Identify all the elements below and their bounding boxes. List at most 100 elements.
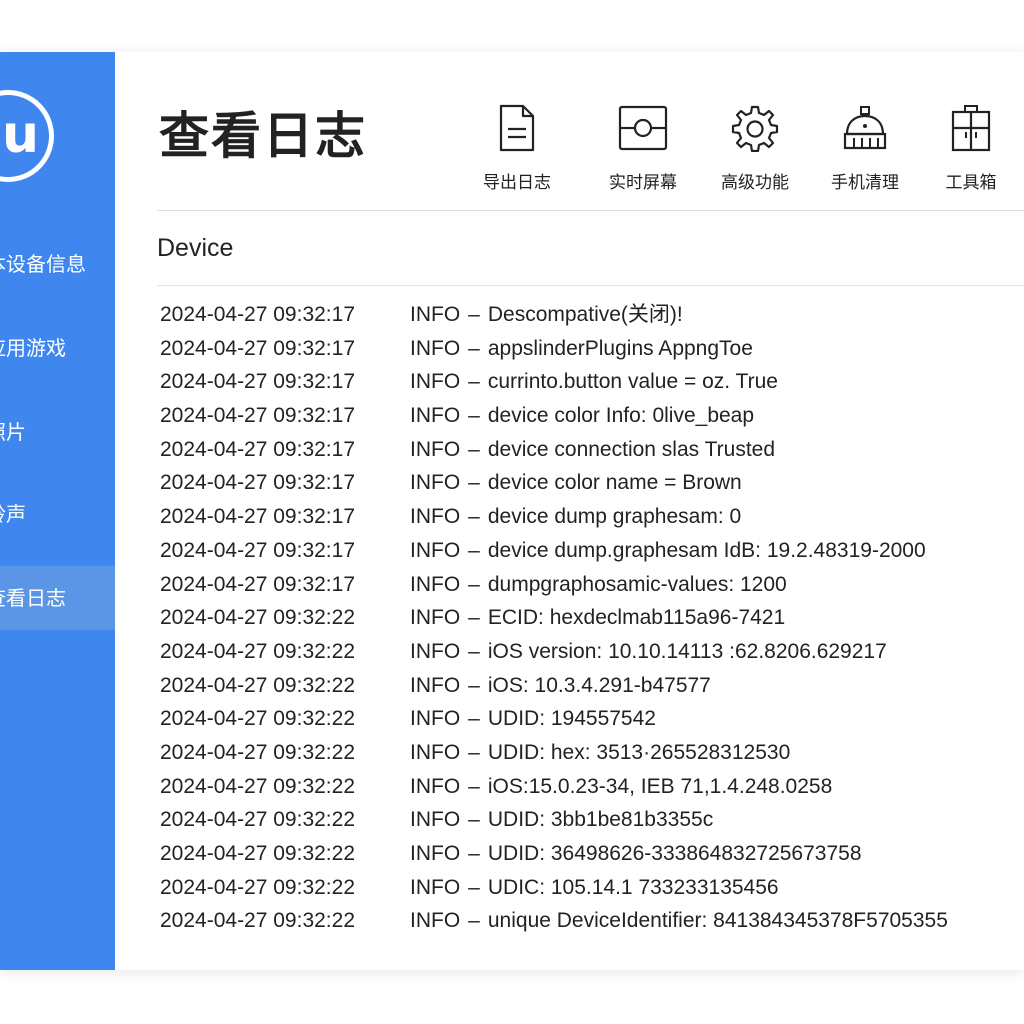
- log-message: UDID: 194557542: [487, 707, 656, 731]
- log-row: 2024-04-27 09:32:17 INFO – device dump grap…: [160, 500, 1024, 534]
- tool-label: 导出日志: [483, 173, 551, 193]
- log-level: INFO: [410, 336, 461, 360]
- cleaner-icon: [843, 106, 887, 150]
- log-level: INFO: [410, 842, 461, 865]
- log-level: INFO: [410, 572, 461, 596]
- log-list[interactable]: 2024-04-27 09:32:17 INFO – Descompative(关闭)…: [160, 298, 1024, 938]
- log-row: 2024-04-27 09:32:22 INFO – ECID: hexdeclmab…: [160, 601, 1024, 635]
- log-timestamp: 2024-04-27 09:32:22: [160, 639, 355, 663]
- gear-icon: [731, 105, 779, 152]
- log-separator: –: [468, 707, 480, 731]
- log-row: 2024-04-27 09:32:22 INFO – iOS: 10.3.4.291-…: [160, 669, 1024, 703]
- sidebar-item-ringtones[interactable]: 铃声: [0, 482, 115, 546]
- app-logo: iu: [0, 90, 54, 182]
- log-message: ECID: hexdeclmab115a96-7421: [487, 606, 786, 630]
- log-timestamp: 2024-04-27 09:32:22: [160, 673, 355, 697]
- toolbar: 导出日志 实时屏幕 高级功能 手机清理 工具箱: [465, 100, 1024, 200]
- log-separator: –: [468, 336, 480, 360]
- log-separator: –: [468, 538, 480, 562]
- log-separator: –: [468, 606, 480, 630]
- live-screen-button[interactable]: 实时屏幕: [593, 100, 693, 200]
- log-level: INFO: [410, 707, 461, 731]
- log-row: 2024-04-27 09:32:22 INFO – UDID: 3bb1be81b3…: [160, 803, 1024, 837]
- log-timestamp: 2024-04-27 09:32:17: [160, 303, 355, 326]
- document-icon: [499, 104, 535, 152]
- log-row: 2024-04-27 09:32:22 INFO – UDIC: 105.14.1 7…: [160, 871, 1024, 905]
- log-timestamp: 2024-04-27 09:32:17: [160, 437, 355, 461]
- log-timestamp: 2024-04-27 09:32:22: [160, 909, 355, 933]
- log-level: INFO: [410, 909, 461, 933]
- phone-cleaner-button[interactable]: 手机清理: [815, 100, 915, 200]
- log-timestamp: 2024-04-27 09:32:22: [160, 774, 355, 798]
- log-level: INFO: [410, 606, 461, 630]
- log-row: 2024-04-27 09:32:22 INFO – UDID: 36498626-3…: [160, 837, 1024, 871]
- log-timestamp: 2024-04-27 09:32:22: [160, 707, 355, 731]
- log-level: INFO: [410, 538, 461, 562]
- log-separator: –: [468, 808, 480, 832]
- log-message: UDIC: 105.14.1 733233135456: [487, 875, 779, 899]
- app-window: iu 本设备信息 应用游戏 照片 铃声 查看日志 查看日志: [0, 52, 1024, 970]
- log-timestamp: 2024-04-27 09:32:17: [160, 538, 355, 562]
- log-timestamp: 2024-04-27 09:32:17: [160, 370, 355, 394]
- log-row: 2024-04-27 09:32:22 INFO – UDID: 194557542: [160, 702, 1024, 736]
- log-timestamp: 2024-04-27 09:32:17: [160, 572, 355, 596]
- log-message: device color name = Brown: [487, 471, 742, 495]
- sidebar-item-device-info[interactable]: 本设备信息: [0, 232, 115, 296]
- log-message: iOS:15.0.23-34, IEB 71,1.4.248.0258: [487, 774, 833, 798]
- log-level: INFO: [410, 740, 461, 764]
- log-timestamp: 2024-04-27 09:32:17: [160, 505, 355, 529]
- log-level: INFO: [410, 303, 461, 326]
- toolbox-button[interactable]: 工具箱: [921, 100, 1021, 200]
- log-level: INFO: [410, 437, 461, 461]
- log-timestamp: 2024-04-27 09:32:22: [160, 808, 355, 832]
- log-row: 2024-04-27 09:32:17 INFO – device color Inf…: [160, 399, 1024, 433]
- sidebar-item-view-logs[interactable]: 查看日志: [0, 566, 115, 630]
- log-message: iOS version: 10.10.14113 :62.8206.629217: [487, 639, 887, 663]
- log-timestamp: 2024-04-27 09:32:22: [160, 740, 355, 764]
- sidebar-item-label: 本设备信息: [0, 252, 86, 276]
- log-level: INFO: [410, 774, 461, 798]
- log-row: 2024-04-27 09:32:17 INFO – device color nam…: [160, 466, 1024, 500]
- log-separator: –: [468, 303, 480, 326]
- log-timestamp: 2024-04-27 09:32:22: [160, 842, 355, 865]
- log-separator: –: [468, 909, 480, 933]
- log-row: 2024-04-27 09:32:17 INFO – device dump.grap…: [160, 534, 1024, 568]
- sidebar-item-label: 应用游戏: [0, 336, 66, 360]
- export-logs-button[interactable]: 导出日志: [467, 100, 567, 200]
- log-row: 2024-04-27 09:32:17 INFO – device connectio…: [160, 433, 1024, 467]
- log-separator: –: [468, 437, 480, 461]
- tool-label: 手机清理: [831, 173, 899, 193]
- log-row: 2024-04-27 09:32:17 INFO – currinto.button …: [160, 365, 1024, 399]
- log-separator: –: [468, 639, 480, 663]
- log-row: 2024-04-27 09:32:17 INFO – Descompative(关闭)…: [160, 298, 1024, 332]
- log-message: UDID: hex: 3513·265528312530: [487, 740, 791, 764]
- sidebar-item-apps[interactable]: 应用游戏: [0, 316, 115, 380]
- log-message: Descompative(关闭)!: [487, 303, 683, 326]
- log-separator: –: [468, 740, 480, 764]
- screen-icon: [618, 105, 668, 151]
- sidebar-item-photos[interactable]: 照片: [0, 400, 115, 464]
- log-message: unique DeviceIdentifier: 841384345378F57…: [487, 909, 948, 933]
- log-message: device dump graphesam: 0: [487, 505, 742, 529]
- log-row: 2024-04-27 09:32:22 INFO – UDID: hex: 3513·…: [160, 736, 1024, 770]
- log-separator: –: [468, 774, 480, 798]
- log-separator: –: [468, 875, 480, 899]
- main-content: 查看日志 导出日志 实时屏幕 高级功能 手机清理 工具箱 Device 2024…: [115, 52, 1024, 970]
- log-separator: –: [468, 572, 480, 596]
- log-timestamp: 2024-04-27 09:32:22: [160, 606, 355, 630]
- sidebar-item-label: 照片: [0, 420, 26, 444]
- tool-label: 高级功能: [721, 173, 789, 193]
- tool-label: 工具箱: [945, 173, 997, 193]
- log-level: INFO: [410, 673, 461, 697]
- log-level: INFO: [410, 370, 461, 394]
- log-separator: –: [468, 505, 480, 529]
- log-message: iOS: 10.3.4.291-b47577: [487, 673, 711, 697]
- log-message: dumpgraphosamic-values: 1200: [487, 572, 787, 596]
- advanced-features-button[interactable]: 高级功能: [705, 100, 805, 200]
- log-timestamp: 2024-04-27 09:32:22: [160, 875, 355, 899]
- log-row: 2024-04-27 09:32:22 INFO – iOS:15.0.23-34, …: [160, 770, 1024, 804]
- log-message: UDID: 36498626-333864832725673758: [487, 842, 862, 865]
- log-separator: –: [468, 673, 480, 697]
- log-row: 2024-04-27 09:32:22 INFO – unique DeviceIde…: [160, 904, 1024, 938]
- tool-label: 实时屏幕: [609, 173, 677, 193]
